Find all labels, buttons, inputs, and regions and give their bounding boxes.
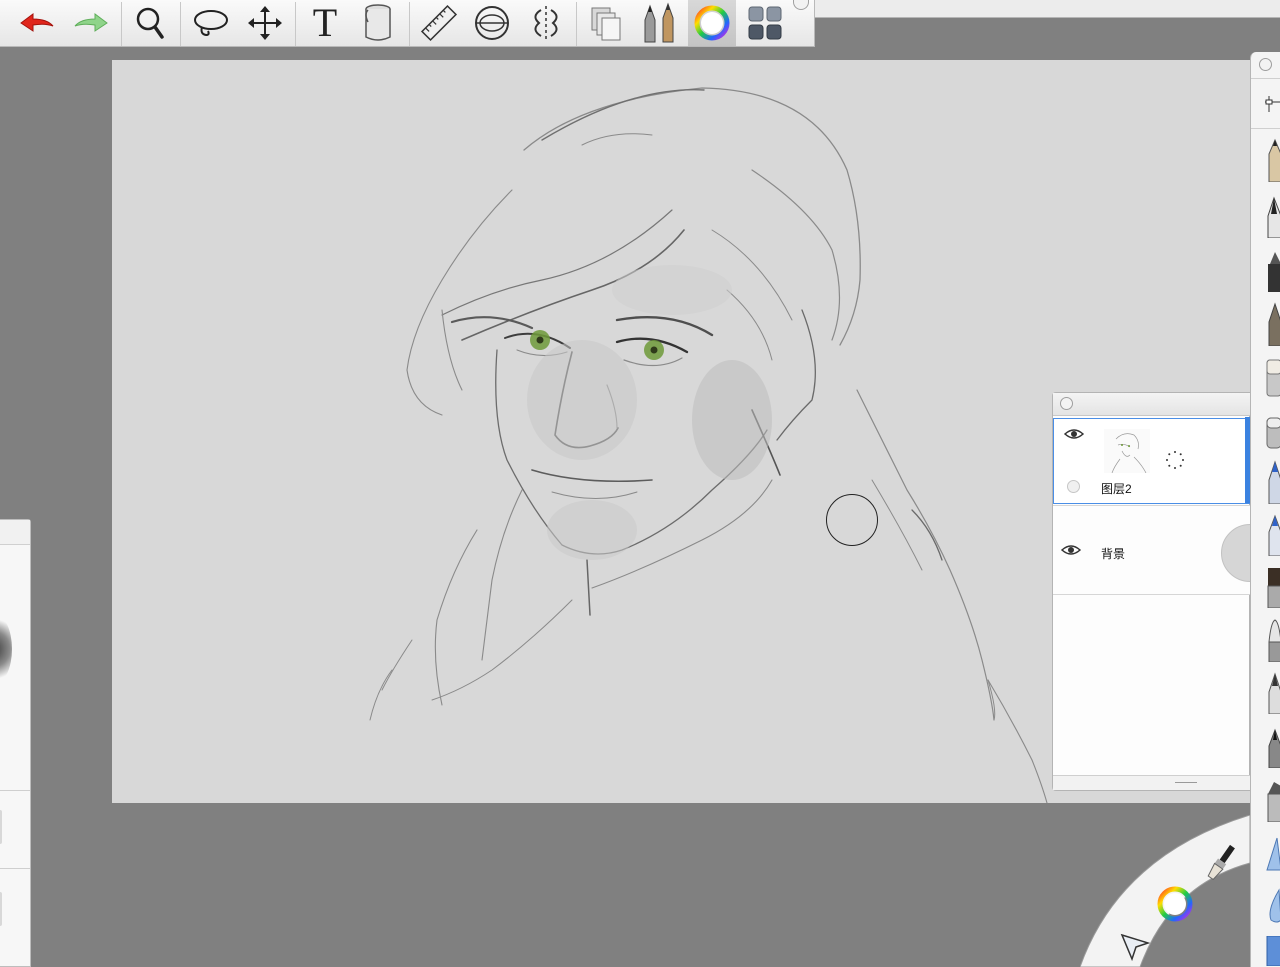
ruler-icon — [420, 4, 458, 42]
chisel-marker-icon[interactable] — [1265, 778, 1280, 822]
brush-cursor — [826, 494, 878, 546]
ink-pen-icon[interactable] — [1265, 194, 1280, 238]
select-arrow-icon[interactable] — [1120, 931, 1150, 961]
panel-header — [0, 520, 30, 545]
symmetry-icon — [534, 6, 558, 40]
airbrush-icon[interactable] — [1265, 302, 1280, 346]
ellipse-guide-icon — [475, 6, 509, 40]
loading-spinner-icon — [1166, 451, 1184, 469]
layer-row[interactable]: 背景 — [1053, 505, 1279, 595]
transform-button[interactable] — [240, 0, 290, 46]
sliders-icon[interactable] — [1265, 94, 1280, 114]
lasso-button[interactable] — [184, 0, 238, 46]
ui-layout-button[interactable] — [740, 0, 790, 46]
brush-properties-panel — [0, 519, 31, 967]
copy-paste-icon — [591, 7, 621, 41]
symmetry-button[interactable] — [520, 0, 572, 46]
layer-row[interactable]: 图层2 — [1053, 417, 1251, 504]
move-arrows-icon — [248, 6, 282, 40]
redo-button[interactable] — [66, 0, 116, 46]
undo-button[interactable] — [14, 0, 60, 46]
layer-name: 背景 — [1101, 547, 1126, 561]
blue-triangle-icon[interactable] — [1265, 834, 1280, 874]
layer-name: 图层2 — [1101, 482, 1132, 496]
paint-bucket-icon — [365, 4, 391, 41]
layer-thumbnail — [1104, 429, 1150, 474]
ruler-button[interactable] — [412, 0, 466, 46]
marker-icon[interactable] — [1265, 248, 1280, 292]
close-icon[interactable] — [1060, 397, 1073, 410]
color-wheel-icon — [694, 5, 730, 41]
blue-drop-icon[interactable] — [1265, 886, 1280, 926]
fill-button[interactable] — [352, 0, 404, 46]
four-squares-icon — [748, 6, 782, 40]
copy-paste-button[interactable] — [580, 0, 630, 46]
eye-icon[interactable] — [1061, 544, 1081, 556]
layer-editor-panel: 图层2 背景 — [1052, 392, 1279, 791]
layer-panel-footer[interactable] — [1053, 775, 1250, 790]
brush-palette — [1250, 52, 1280, 967]
undo-arrow-icon — [20, 13, 54, 32]
lagoon-menu — [1080, 815, 1250, 967]
text-icon: T — [312, 0, 338, 45]
top-bar-strip — [815, 0, 1280, 18]
color-wheel-icon[interactable] — [1156, 885, 1194, 923]
paintbrush-flat-icon[interactable] — [1265, 564, 1280, 608]
zoom-button[interactable] — [124, 0, 176, 46]
main-toolbar: T — [0, 0, 815, 47]
eraser-icon[interactable] — [1265, 354, 1280, 398]
magnifier-icon — [136, 7, 164, 39]
paintbrush-icon[interactable] — [1204, 843, 1238, 883]
fineliner-icon[interactable] — [1265, 724, 1280, 768]
brush-library-button[interactable] — [632, 0, 686, 46]
opacity-slider[interactable] — [0, 892, 2, 926]
size-slider[interactable] — [0, 810, 2, 844]
redo-arrow-icon — [74, 13, 108, 32]
lasso-icon — [194, 10, 228, 37]
brush-preview — [0, 614, 12, 684]
ellipse-guide-button[interactable] — [466, 0, 518, 46]
layer-blend-toggle[interactable] — [1067, 480, 1080, 493]
text-button[interactable]: T — [298, 0, 352, 46]
color-editor-button[interactable] — [688, 0, 736, 46]
blue-pen-icon[interactable] — [1265, 512, 1280, 556]
pencil-icon[interactable] — [1265, 138, 1280, 182]
paintbrush-round-icon[interactable] — [1265, 618, 1280, 662]
blue-tab-icon[interactable] — [1265, 936, 1280, 966]
blue-marker-icon[interactable] — [1265, 460, 1280, 504]
brush-fan-icon[interactable] — [1265, 670, 1280, 714]
close-icon[interactable] — [1259, 58, 1272, 71]
eye-icon[interactable] — [1064, 428, 1084, 440]
layer-panel-header — [1053, 393, 1250, 416]
pencils-icon — [644, 2, 674, 43]
toolbar-collapse-button[interactable] — [793, 0, 809, 10]
smudge-icon[interactable] — [1265, 412, 1280, 456]
